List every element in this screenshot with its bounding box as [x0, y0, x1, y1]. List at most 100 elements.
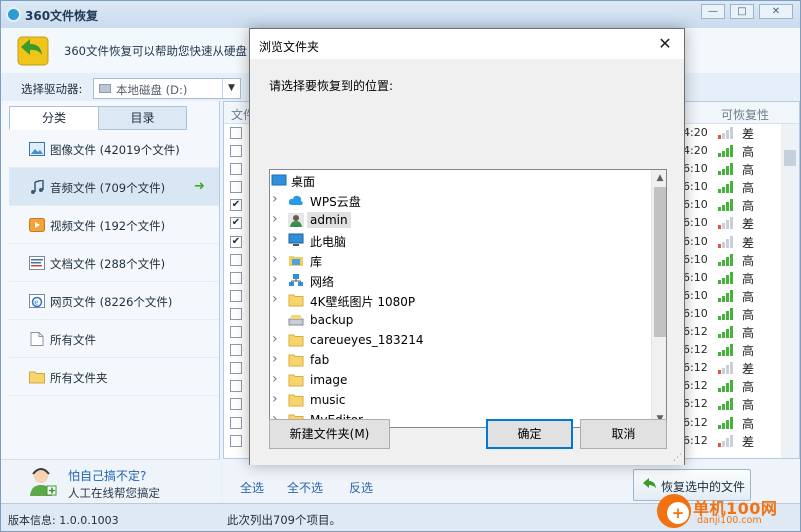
chevron-right-icon[interactable]: ›	[272, 331, 278, 347]
dialog-prompt: 请选择要恢复到的位置:	[269, 79, 394, 93]
category-web[interactable]: e 网页文件 (8226个文件)	[9, 282, 219, 320]
tab-directory[interactable]: 目录	[98, 106, 187, 130]
row-recoverability: 高	[742, 145, 755, 160]
chevron-right-icon[interactable]: ›	[272, 251, 278, 267]
folder-icon	[288, 293, 304, 307]
category-audio[interactable]: 音频文件 (709个文件) ➜	[9, 168, 219, 206]
chevron-right-icon[interactable]: ›	[272, 271, 278, 287]
dialog-body: 请选择要恢复到的位置: 桌面 › WPS云盘 › admin › 此电脑 › 库 › 网络 › 4K壁纸…	[250, 59, 684, 465]
row-time: 6:10	[683, 180, 708, 194]
resize-grip-icon[interactable]: ⋰	[673, 453, 682, 463]
ok-button[interactable]: 确定	[486, 419, 573, 449]
row-checkbox[interactable]	[230, 416, 242, 429]
row-checkbox[interactable]	[230, 362, 242, 375]
close-button[interactable]: ✕	[759, 4, 793, 19]
category-label: 视频文件 (192个文件)	[50, 219, 166, 233]
chevron-right-icon[interactable]: ›	[272, 351, 278, 367]
tab-category[interactable]: 分类	[9, 106, 99, 130]
image-file-icon	[29, 142, 45, 156]
select-all-link[interactable]: 全选	[240, 479, 264, 496]
category-all-folders[interactable]: 所有文件夹	[9, 358, 219, 396]
row-recoverability: 高	[742, 307, 755, 322]
chevron-right-icon[interactable]: ›	[272, 291, 278, 307]
folder-tree-node[interactable]: backup	[270, 311, 650, 331]
scroll-up-icon[interactable]: ▲	[652, 170, 666, 186]
row-recoverability: 差	[742, 434, 755, 449]
row-checkbox[interactable]	[230, 289, 242, 302]
folder-tree-node[interactable]: › admin	[270, 211, 650, 231]
folder-tree-label: WPS云盘	[310, 195, 361, 209]
row-checkbox[interactable]	[230, 380, 242, 393]
chevron-right-icon[interactable]: ›	[272, 391, 278, 407]
table-scrollbar-thumb[interactable]	[784, 150, 796, 166]
folder-tree-node[interactable]: › image	[270, 371, 650, 391]
row-checkbox[interactable]	[230, 307, 242, 320]
chevron-right-icon[interactable]: ›	[272, 191, 278, 207]
cancel-button[interactable]: 取消	[580, 419, 667, 449]
row-checkbox[interactable]	[230, 253, 242, 266]
folder-tree-node[interactable]: › careueyes_183214	[270, 331, 650, 351]
category-all-files[interactable]: 所有文件	[9, 320, 219, 358]
invert-selection-link[interactable]: 反选	[349, 479, 373, 496]
category-document[interactable]: 文档文件 (288个文件)	[9, 244, 219, 282]
folder-tree-node[interactable]: 桌面	[270, 171, 650, 191]
chevron-down-icon[interactable]: ▼	[222, 79, 240, 98]
folder-tree-scrollbar[interactable]: ▲ ▼	[651, 170, 666, 427]
chevron-right-icon[interactable]: ›	[272, 371, 278, 387]
help-section[interactable]: 怕自己搞不定? 人工在线帮您搞定	[1, 459, 220, 503]
row-checkbox[interactable]	[230, 127, 242, 139]
drive-select[interactable]: 本地磁盘 (D:) ▼	[93, 78, 241, 99]
folder-tree-node[interactable]: › 库	[270, 251, 650, 271]
folder-tree-node[interactable]: › 4K壁纸图片 1080P	[270, 291, 650, 311]
column-recoverability-header[interactable]: 可恢复性	[721, 106, 769, 123]
row-checkbox[interactable]: ✔	[230, 217, 242, 230]
folder-tree-node[interactable]: › 此电脑	[270, 231, 650, 251]
row-checkbox[interactable]	[230, 398, 242, 411]
folder-tree-label: 4K壁纸图片 1080P	[310, 295, 416, 309]
select-none-link[interactable]: 全不选	[287, 479, 323, 496]
folder-tree-scrollbar-thumb[interactable]	[654, 187, 666, 337]
signal-bars-icon	[718, 271, 734, 284]
category-label: 所有文件夹	[50, 371, 108, 385]
category-label: 文档文件 (288个文件)	[50, 257, 166, 271]
folder-icon	[288, 333, 304, 347]
folder-tree-node[interactable]: › music	[270, 391, 650, 411]
row-time: 6:12	[683, 415, 708, 429]
folder-tree-label: 网络	[310, 275, 335, 289]
folder-tree-node[interactable]: › 网络	[270, 271, 650, 291]
row-checkbox[interactable]	[230, 271, 242, 284]
chevron-right-icon[interactable]: ›	[272, 231, 278, 247]
row-checkbox[interactable]	[230, 434, 242, 447]
row-checkbox[interactable]	[230, 326, 242, 339]
folder-tree-label: careueyes_183214	[310, 333, 424, 347]
minimize-button[interactable]: —	[701, 4, 725, 19]
row-checkbox[interactable]: ✔	[230, 199, 242, 212]
row-checkbox[interactable]	[230, 181, 242, 194]
category-image[interactable]: 图像文件 (42019个文件)	[9, 130, 219, 168]
folder-tree-node[interactable]: › fab	[270, 351, 650, 371]
help-question-link[interactable]: 怕自己搞不定?	[68, 467, 146, 484]
row-time: 6:10	[683, 162, 708, 176]
row-checkbox[interactable]	[230, 145, 242, 158]
signal-bars-icon	[718, 199, 734, 212]
user-icon	[288, 213, 304, 227]
signal-bars-icon	[718, 289, 734, 302]
chevron-right-icon[interactable]: ›	[272, 211, 278, 227]
row-time: 6:12	[683, 379, 708, 393]
dialog-close-button[interactable]: ✕	[654, 34, 676, 54]
document-file-icon	[29, 256, 45, 270]
row-checkbox[interactable]	[230, 344, 242, 357]
category-video[interactable]: 视频文件 (192个文件)	[9, 206, 219, 244]
row-checkbox[interactable]	[230, 163, 242, 176]
recover-logo-icon	[17, 36, 49, 66]
row-time: 6:10	[683, 288, 708, 302]
table-scrollbar[interactable]	[781, 124, 799, 458]
maximize-button[interactable]: □	[730, 4, 754, 19]
new-folder-button[interactable]: 新建文件夹(M)	[269, 419, 390, 449]
version-info: 版本信息: 1.0.0.1003	[8, 514, 119, 527]
category-list: 图像文件 (42019个文件) 音频文件 (709个文件) ➜ 视频文件 (19…	[9, 130, 219, 396]
cloud-icon	[288, 193, 304, 207]
library-icon	[288, 253, 304, 267]
row-checkbox[interactable]: ✔	[230, 235, 242, 248]
folder-tree-node[interactable]: › WPS云盘	[270, 191, 650, 211]
